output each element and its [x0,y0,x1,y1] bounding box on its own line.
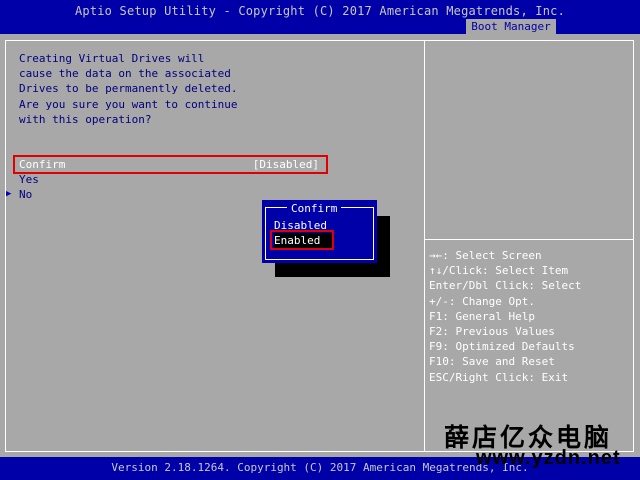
warning-line: Creating Virtual Drives will [19,52,205,65]
frame-border-top [5,40,634,41]
watermark-url: www.yzdn.net [476,447,621,469]
no-label: No [19,188,33,201]
warning-line: cause the data on the associated [19,67,231,81]
triangle-right-icon: ▶ [6,189,12,199]
warning-message: Creating Virtual Drives will cause the d… [19,51,279,127]
help-line: +/-: Change Opt. [429,294,535,308]
frame-border-left [5,40,6,452]
help-divider-horizontal [425,239,634,240]
help-line: F9: Optimized Defaults [429,340,575,354]
popup-title: Confirm [287,202,342,215]
warning-line: Drives to be permanently deleted. [19,82,238,96]
title-bar: Aptio Setup Utility - Copyright (C) 2017… [0,0,640,34]
yes-label: Yes [19,173,39,186]
frame-border-right [633,40,634,452]
help-line: F10: Save and Reset [429,355,555,369]
help-line: F1: General Help [429,309,535,323]
help-line: F2: Previous Values [429,325,555,339]
panel-divider-vertical [424,40,425,452]
help-line: Enter/Dbl Click: Select [429,279,582,293]
help-line: ESC/Right Click: Exit [429,370,569,384]
tab-boot-manager[interactable]: Boot Manager [466,19,556,34]
help-panel: →←: Select Screen ↑↓/Click: Select Item … [429,248,634,385]
app-title: Aptio Setup Utility - Copyright (C) 2017… [74,4,566,18]
warning-line: with this operation? [19,112,152,126]
enabled-highlight-box [270,230,334,250]
help-line: →←: Select Screen [429,249,542,262]
help-line: ↑↓/Click: Select Item [429,264,569,278]
menu-item-yes[interactable]: Yes [19,172,319,187]
warning-line: Are you sure you want to continue [19,97,238,111]
